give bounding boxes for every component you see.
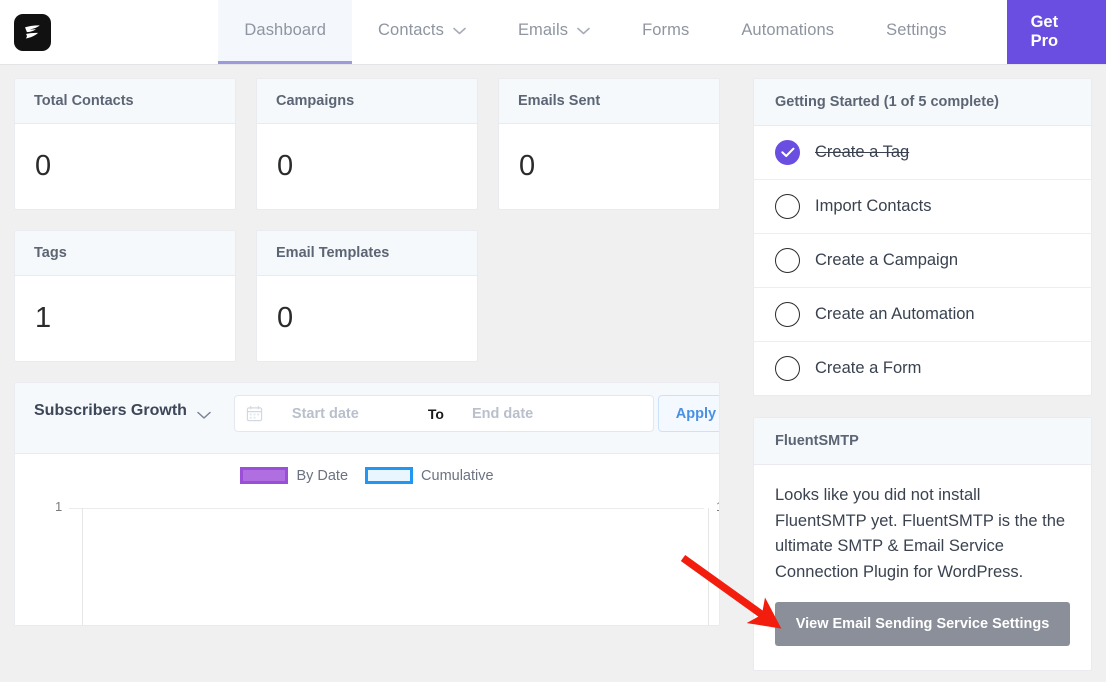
task-import-contacts[interactable]: Import Contacts [754, 180, 1091, 234]
view-email-sending-service-settings-button[interactable]: View Email Sending Service Settings [775, 602, 1070, 647]
nav-label-settings: Settings [886, 21, 947, 39]
apply-date-filter-button[interactable]: Apply [657, 395, 719, 432]
start-date-input[interactable]: Start date [272, 406, 422, 422]
stat-card-tags: Tags 1 [14, 230, 236, 362]
nav-item-contacts[interactable]: Contacts [352, 0, 492, 64]
stat-title-emails-sent: Emails Sent [499, 79, 719, 124]
getting-started-title: Getting Started (1 of 5 complete) [754, 79, 1091, 126]
fluentsmtp-panel: FluentSMTP Looks like you did not instal… [753, 417, 1092, 672]
getting-started-panel: Getting Started (1 of 5 complete) Create… [753, 78, 1092, 396]
empty-circle-icon [775, 302, 800, 327]
task-label-import-contacts: Import Contacts [815, 197, 932, 215]
legend-label-by-date: By Date [296, 467, 349, 484]
nav-label-automations: Automations [741, 21, 835, 39]
task-label-create-a-form: Create a Form [815, 359, 922, 377]
chart-legend: By Date Cumulative [15, 454, 719, 484]
subscribers-growth-panel: Subscribers Growth Start date To End dat… [14, 382, 720, 626]
task-create-an-automation[interactable]: Create an Automation [754, 288, 1091, 342]
stat-row-primary: Total Contacts 0 Campaigns 0 Emails Sent… [14, 78, 720, 210]
nav-label-forms: Forms [642, 21, 690, 39]
subscribers-growth-chart: By Date Cumulative 1 1 [15, 454, 719, 625]
calendar-icon [246, 405, 272, 422]
right-column: Getting Started (1 of 5 complete) Create… [753, 78, 1092, 682]
stat-value-campaigns: 0 [277, 150, 294, 182]
stat-value-total-contacts: 0 [35, 150, 52, 182]
y-axis-left-tick: 1 [55, 499, 63, 514]
task-label-create-a-tag: Create a Tag [815, 143, 910, 161]
stat-card-total-contacts: Total Contacts 0 [14, 78, 236, 210]
chevron-down-icon[interactable] [197, 395, 211, 425]
fluentsmtp-title: FluentSMTP [754, 418, 1091, 465]
nav-item-forms[interactable]: Forms [616, 0, 715, 64]
subscribers-growth-title: Subscribers Growth [34, 402, 187, 419]
nav-item-automations[interactable]: Automations [715, 0, 860, 64]
fluentsmtp-description: Looks like you did not install FluentSMT… [775, 486, 1066, 581]
legend-swatch-cumulative [365, 467, 414, 484]
apply-label: Apply [675, 405, 717, 422]
task-label-create-a-campaign: Create a Campaign [815, 251, 959, 269]
task-label-create-an-automation: Create an Automation [815, 305, 975, 323]
get-pro-label: Get Pro [1030, 13, 1059, 50]
stat-card-email-templates: Email Templates 0 [256, 230, 478, 362]
chart-plot-area: 1 1 [15, 498, 719, 625]
y-axis-right-line [708, 508, 709, 625]
empty-circle-icon [775, 248, 800, 273]
y-axis-right-tick: 1 [716, 499, 719, 514]
chevron-down-icon [453, 27, 466, 35]
fluentcrm-dashboard: Dashboard Contacts Emails Forms Automati… [0, 0, 1106, 682]
task-create-a-campaign[interactable]: Create a Campaign [754, 234, 1091, 288]
nav-label-contacts: Contacts [378, 21, 444, 39]
fluentsmtp-body: Looks like you did not install FluentSMT… [754, 465, 1091, 670]
chevron-down-icon [577, 27, 590, 35]
nav-item-dashboard[interactable]: Dashboard [218, 0, 353, 64]
fluentcrm-logo-icon[interactable] [14, 13, 52, 51]
task-create-a-form[interactable]: Create a Form [754, 342, 1091, 395]
date-range-input-group[interactable]: Start date To End date [233, 395, 654, 432]
stat-title-campaigns: Campaigns [257, 79, 477, 124]
get-pro-button[interactable]: Get Pro [1006, 0, 1106, 64]
end-date-input[interactable]: End date [450, 406, 600, 422]
stat-title-total-contacts: Total Contacts [15, 79, 235, 124]
stat-card-emails-sent: Emails Sent 0 [498, 78, 720, 210]
chart-gridline [69, 508, 704, 509]
nav-item-emails[interactable]: Emails [492, 0, 616, 64]
logo-container [0, 0, 65, 64]
stat-title-email-templates: Email Templates [257, 231, 477, 276]
stat-value-tags: 1 [35, 302, 52, 334]
main-nav-items: Dashboard Contacts Emails Forms Automati… [218, 0, 1106, 64]
nav-item-settings[interactable]: Settings [860, 0, 972, 64]
stat-value-email-templates: 0 [277, 302, 294, 334]
y-axis-left-line [82, 508, 83, 625]
top-navigation-bar: Dashboard Contacts Emails Forms Automati… [0, 0, 1106, 65]
empty-circle-icon [775, 356, 800, 381]
stat-card-campaigns: Campaigns 0 [256, 78, 478, 210]
stat-value-emails-sent: 0 [519, 150, 536, 182]
nav-label-emails: Emails [517, 21, 569, 39]
nav-label-dashboard: Dashboard [244, 21, 327, 39]
task-create-a-tag[interactable]: Create a Tag [754, 126, 1091, 180]
subscribers-growth-header: Subscribers Growth Start date To End dat… [15, 383, 719, 454]
empty-circle-icon [775, 194, 800, 219]
legend-item-by-date[interactable]: By Date [240, 467, 348, 484]
legend-item-cumulative[interactable]: Cumulative [365, 467, 494, 484]
legend-swatch-by-date [240, 467, 289, 484]
date-range-to-label: To [427, 405, 444, 422]
legend-label-cumulative: Cumulative [421, 467, 494, 484]
stat-title-tags: Tags [15, 231, 235, 276]
left-column: Total Contacts 0 Campaigns 0 Emails Sent… [14, 78, 720, 682]
stat-row-secondary: Tags 1 Email Templates 0 [14, 230, 720, 362]
date-range-filter: Start date To End date Apply [233, 395, 719, 432]
check-icon [775, 140, 800, 165]
dashboard-content: Total Contacts 0 Campaigns 0 Emails Sent… [0, 65, 1106, 682]
